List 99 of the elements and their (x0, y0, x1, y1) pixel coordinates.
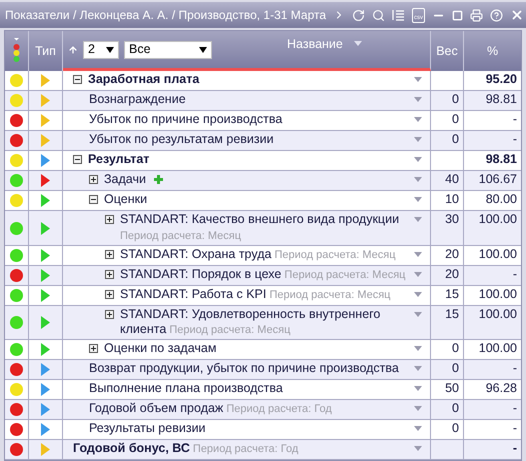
percent-value: 98.81 (486, 152, 517, 166)
weight-value: 15 (445, 287, 459, 301)
print-icon[interactable] (470, 8, 484, 22)
caret-icon[interactable] (414, 117, 422, 122)
sort-arrow-icon[interactable] (68, 44, 78, 54)
caret-icon[interactable] (414, 366, 422, 371)
percent-value: 100.00 (478, 287, 517, 301)
weight-value: 0 (452, 361, 459, 375)
caret-icon[interactable] (414, 446, 422, 451)
percent-value: - (512, 421, 517, 435)
caret-icon[interactable] (414, 197, 422, 202)
percent-value: 100.00 (478, 247, 517, 261)
caret-icon[interactable] (414, 137, 422, 142)
percent-value: 100.00 (478, 212, 517, 226)
window-title: Показатели / Леконцева А. А. / Производство, 1-31 Марта (5, 7, 326, 24)
row-title: Годовой объем продаж Период расчета: Год (89, 401, 332, 417)
search-icon[interactable] (372, 8, 386, 22)
refresh-icon[interactable] (352, 8, 366, 22)
row-title: STANDART: Качество внешнего вида продукции Период расчета: Месяц (120, 212, 400, 244)
caret-icon[interactable] (414, 406, 422, 411)
expand-icon[interactable] (105, 270, 114, 279)
weight-value: 20 (445, 267, 459, 281)
caret-icon[interactable] (414, 217, 422, 222)
expand-icon[interactable] (89, 344, 98, 353)
weight-value: 0 (452, 92, 459, 106)
row-title: STANDART: Порядок в цехе Период расчета: Месяц (120, 267, 406, 283)
percent-value: 95.20 (486, 72, 517, 86)
caret-icon[interactable] (414, 312, 422, 317)
percent-value: - (512, 441, 517, 455)
weight-value: 0 (452, 132, 459, 146)
row-title: Выполнение плана производства (89, 381, 283, 396)
collapse-icon[interactable] (73, 75, 82, 84)
help-icon[interactable] (490, 8, 504, 22)
caret-icon[interactable] (414, 252, 422, 257)
expand-icon[interactable] (105, 250, 114, 259)
row-title: Вознаграждение (89, 92, 186, 107)
collapse-icon[interactable] (73, 155, 82, 164)
percent-value: - (512, 401, 517, 415)
caret-icon[interactable] (414, 77, 422, 82)
weight-value: 50 (445, 381, 459, 395)
name-header[interactable]: Название (287, 35, 343, 54)
weight-value: 0 (452, 401, 459, 415)
type-header[interactable]: Тип (35, 42, 56, 60)
weight-value: 30 (445, 212, 459, 226)
plus-icon[interactable] (154, 175, 163, 184)
row-title: Задачи (104, 172, 146, 187)
expand-icon[interactable] (105, 290, 114, 299)
filter-select[interactable]: Все (124, 40, 212, 58)
percent-value: 80.00 (486, 192, 517, 206)
expand-icon[interactable] (105, 310, 114, 319)
percent-value: - (512, 361, 517, 375)
caret-icon[interactable] (414, 426, 422, 431)
row-title: Оценки (104, 192, 148, 207)
caret-icon (199, 46, 207, 52)
percent-value: 100.00 (478, 307, 517, 321)
weight-value: 0 (452, 421, 459, 435)
level-select[interactable]: 2 (83, 40, 119, 58)
close-icon[interactable] (510, 8, 524, 22)
percent-value: 98.81 (486, 92, 517, 106)
percent-value: 106.67 (478, 172, 517, 186)
caret-icon[interactable] (414, 157, 422, 162)
row-title: Возврат продукции, убыток по причине производства (89, 361, 399, 376)
caret-icon[interactable] (414, 272, 422, 277)
percent-value: 100.00 (478, 341, 517, 355)
weight-value: 20 (445, 247, 459, 261)
row-title: Результаты ревизии (89, 421, 206, 436)
row-title: Убыток по результатам ревизии (89, 132, 274, 147)
weight-value: 10 (445, 192, 459, 206)
expand-icon[interactable] (105, 215, 114, 224)
list-icon[interactable] (392, 9, 406, 21)
percent-value: - (512, 132, 517, 146)
weight-header[interactable]: Вес (436, 42, 458, 60)
percent-header[interactable]: % (486, 42, 498, 60)
row-title: Заработная плата (88, 72, 200, 87)
caret-icon[interactable] (414, 292, 422, 297)
row-title: STANDART: Удовлетворенность внутреннего клиента Период расчета: Месяц (120, 307, 382, 338)
weight-value: 0 (452, 112, 459, 126)
caret-icon[interactable] (414, 97, 422, 102)
row-title: Результат (88, 152, 150, 167)
row-title: STANDART: Работа с KPI Период расчета: Месяц (120, 287, 390, 303)
weight-value: 15 (445, 307, 459, 321)
percent-value: 96.28 (486, 381, 517, 395)
caret-icon[interactable] (414, 386, 422, 391)
caret-icon[interactable] (414, 346, 422, 351)
caret-icon (106, 46, 114, 52)
row-title: Годовой бонус, ВС Период расчета: Год (73, 441, 298, 457)
row-title: Убыток по причине производства (89, 112, 282, 127)
row-title: STANDART: Охрана труда Период расчета: Месяц (120, 247, 396, 263)
percent-value: - (512, 112, 517, 126)
maximize-icon[interactable] (452, 10, 464, 20)
collapse-icon[interactable] (89, 195, 98, 204)
traffic-light-icon[interactable] (13, 38, 20, 64)
percent-value: - (512, 267, 517, 281)
caret-icon[interactable] (354, 41, 362, 46)
weight-value: 40 (445, 172, 459, 186)
row-title: Оценки по задачам (104, 341, 216, 356)
expand-icon[interactable] (89, 175, 98, 184)
weight-value: 0 (452, 341, 459, 355)
caret-icon[interactable] (414, 177, 422, 182)
